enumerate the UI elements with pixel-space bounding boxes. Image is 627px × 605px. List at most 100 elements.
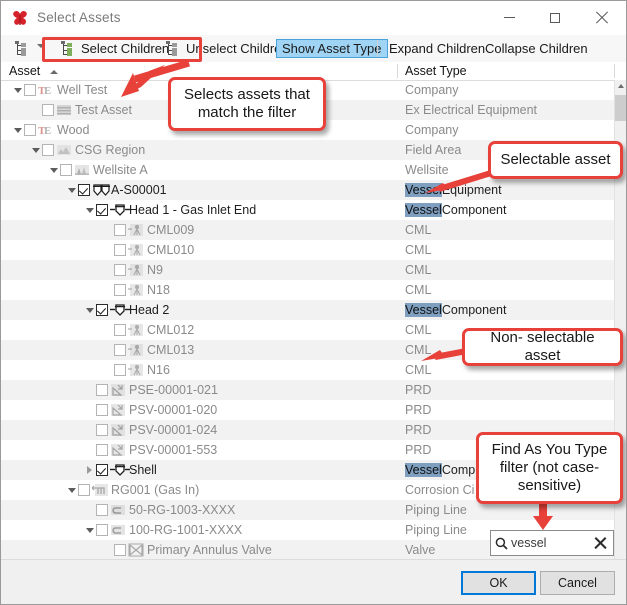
twisty-spacer	[101, 260, 114, 280]
collapse-twisty-icon[interactable]	[83, 200, 96, 220]
asset-type-label: CML	[405, 323, 431, 337]
row-checkbox[interactable]	[42, 104, 54, 116]
cml-icon	[128, 323, 144, 338]
column-header-asset[interactable]: Asset	[9, 64, 40, 78]
window-title: Select Assets	[37, 10, 121, 25]
column-divider[interactable]	[397, 64, 398, 78]
twisty-spacer	[101, 320, 114, 340]
search-box[interactable]: vessel	[490, 530, 614, 556]
asset-cell: PSV-00001-020	[83, 400, 217, 420]
row-checkbox[interactable]	[60, 164, 72, 176]
asset-cell: CML013	[101, 340, 194, 360]
row-checkbox[interactable]	[114, 284, 126, 296]
column-divider-right[interactable]	[614, 64, 615, 78]
ok-button[interactable]: OK	[461, 571, 536, 595]
collapse-twisty-icon[interactable]	[83, 520, 96, 540]
row-checkbox[interactable]	[96, 384, 108, 396]
row-checkbox[interactable]	[24, 84, 36, 96]
table-row[interactable]: PSE-00001-021PRD	[1, 380, 615, 400]
row-checkbox[interactable]	[96, 404, 108, 416]
asset-label: CML013	[147, 343, 194, 357]
asset-label: CSG Region	[75, 143, 145, 157]
asset-type-cell: PRD	[405, 400, 431, 420]
scrollbar-thumb[interactable]	[615, 95, 626, 121]
row-checkbox[interactable]	[96, 304, 108, 316]
asset-type-cell: Ex Electrical Equipment	[405, 100, 537, 120]
table-row[interactable]: CML010CML	[1, 240, 615, 260]
asset-cell: CML012	[101, 320, 194, 340]
row-checkbox[interactable]	[96, 204, 108, 216]
asset-type-cell: Company	[405, 120, 459, 140]
asset-type-label: Ex Electrical Equipment	[405, 103, 537, 117]
footer: OK Cancel	[1, 559, 626, 605]
collapse-twisty-icon[interactable]	[47, 160, 60, 180]
collapse-children-button[interactable]: Collapse Children	[480, 38, 593, 59]
asset-cell: Primary Annulus Valve	[101, 540, 272, 559]
asset-label: PSV-00001-020	[129, 403, 217, 417]
annotation-callout-selectable-asset: Selectable asset	[488, 141, 623, 179]
vessel-component-icon	[110, 303, 126, 318]
column-header-asset-type[interactable]: Asset Type	[405, 64, 467, 78]
company-icon: TE	[38, 123, 54, 138]
table-row[interactable]: Head 2Vessel Component	[1, 300, 615, 320]
row-checkbox[interactable]	[114, 224, 126, 236]
collapse-twisty-icon[interactable]	[65, 180, 78, 200]
clear-icon[interactable]	[589, 535, 613, 551]
asset-type-cell: Vessel Component	[405, 200, 506, 220]
table-row[interactable]: N18CML	[1, 280, 615, 300]
expand-twisty-icon[interactable]	[83, 460, 96, 480]
table-row[interactable]: CML009CML	[1, 220, 615, 240]
asset-cell: N9	[101, 260, 163, 280]
table-row[interactable]: A-S00001Vessel Equipment	[1, 180, 615, 200]
row-checkbox[interactable]	[114, 364, 126, 376]
row-checkbox[interactable]	[78, 484, 90, 496]
table-row[interactable]: N9 CML	[1, 260, 615, 280]
annotation-arrow-selectable-asset	[425, 167, 497, 197]
table-row[interactable]: PSV-00001-020 PRD	[1, 400, 615, 420]
row-checkbox[interactable]	[114, 544, 126, 556]
row-checkbox[interactable]	[114, 244, 126, 256]
twisty-spacer	[101, 240, 114, 260]
asset-label: N9	[147, 263, 163, 277]
asset-label: CML009	[147, 223, 194, 237]
asset-cell: Test Asset	[29, 100, 132, 120]
collapse-twisty-icon[interactable]	[29, 140, 42, 160]
asset-type-label: PRD	[405, 383, 431, 397]
asset-type-label: PRD	[405, 403, 431, 417]
expand-children-button[interactable]: Expand Children	[384, 38, 490, 59]
close-button[interactable]	[578, 1, 624, 34]
maximize-button[interactable]	[532, 1, 578, 34]
asset-type-label: Comp	[442, 463, 475, 477]
row-checkbox[interactable]	[114, 264, 126, 276]
asset-cell: N16	[101, 360, 170, 380]
twisty-spacer	[101, 360, 114, 380]
tree-mode-dropdown-button[interactable]	[9, 38, 35, 59]
row-checkbox[interactable]	[114, 344, 126, 356]
twisty-spacer	[83, 380, 96, 400]
asset-label: Head 1 - Gas Inlet End	[129, 203, 256, 217]
row-checkbox[interactable]	[78, 184, 90, 196]
row-checkbox[interactable]	[24, 124, 36, 136]
row-checkbox[interactable]	[42, 144, 54, 156]
show-asset-type-button[interactable]: Show Asset Type	[276, 39, 388, 58]
asset-label: RG001 (Gas In)	[111, 483, 199, 497]
table-row[interactable]: Head 1 - Gas Inlet End Vessel Component	[1, 200, 615, 220]
collapse-twisty-icon[interactable]	[65, 480, 78, 500]
sort-ascending-icon	[50, 70, 58, 74]
collapse-twisty-icon[interactable]	[11, 80, 24, 100]
row-checkbox[interactable]	[96, 444, 108, 456]
collapse-twisty-icon[interactable]	[11, 120, 24, 140]
scroll-up-button[interactable]	[615, 80, 626, 92]
asset-type-label: CML	[405, 263, 431, 277]
cancel-button[interactable]: Cancel	[540, 571, 615, 595]
asset-cell: N18	[101, 280, 170, 300]
asset-cell: TEWood	[11, 120, 89, 140]
search-input[interactable]: vessel	[511, 536, 589, 550]
collapse-twisty-icon[interactable]	[83, 300, 96, 320]
row-checkbox[interactable]	[96, 424, 108, 436]
minimize-button[interactable]	[486, 1, 532, 34]
row-checkbox[interactable]	[96, 504, 108, 516]
row-checkbox[interactable]	[114, 324, 126, 336]
row-checkbox[interactable]	[96, 464, 108, 476]
row-checkbox[interactable]	[96, 524, 108, 536]
